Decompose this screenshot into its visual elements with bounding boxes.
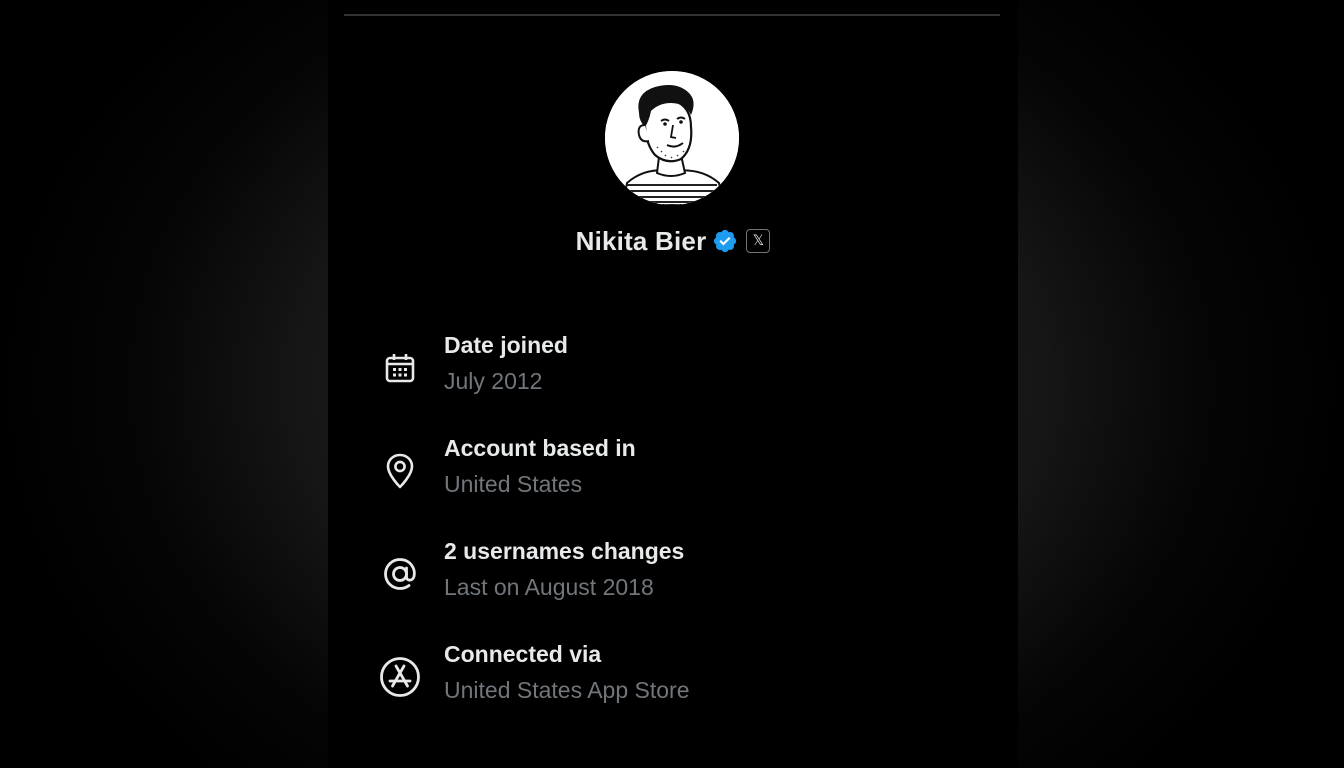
- info-title: 2 usernames changes: [444, 538, 685, 564]
- info-title: Account based in: [444, 435, 636, 461]
- at-sign-icon: [378, 552, 422, 596]
- display-name: Nikita Bier: [575, 225, 707, 256]
- x-affiliate-badge[interactable]: 𝕏: [746, 229, 771, 253]
- location-pin-icon: [378, 449, 422, 493]
- info-item-username-changes: 2 usernames changes Last on August 2018: [328, 536, 1018, 639]
- profile-name-row: Nikita Bier 𝕏: [328, 222, 1018, 260]
- info-item-account-based-in: Account based in United States: [328, 433, 1018, 536]
- info-value: Last on August 2018: [444, 574, 654, 600]
- account-info-list: Date joined July 2012 Account based in U…: [328, 330, 1018, 742]
- info-title: Date joined: [444, 332, 568, 358]
- info-value: July 2012: [444, 368, 543, 394]
- info-item-connected-via: Connected via United States App Store: [328, 639, 1018, 742]
- avatar[interactable]: [605, 71, 739, 205]
- info-item-date-joined: Date joined July 2012: [328, 330, 1018, 433]
- info-title: Connected via: [444, 641, 602, 667]
- about-account-panel: Nikita Bier 𝕏 Date joined July 2012 Acco…: [328, 0, 1018, 768]
- header-divider: [344, 14, 1000, 16]
- info-value: United States: [444, 471, 583, 497]
- info-value: United States App Store: [444, 677, 690, 703]
- avatar-illustration: [605, 71, 739, 205]
- app-store-icon: [378, 655, 422, 699]
- screen: Nikita Bier 𝕏 Date joined July 2012 Acco…: [0, 0, 1344, 768]
- verified-badge-icon: [712, 228, 738, 254]
- calendar-icon: [378, 346, 422, 390]
